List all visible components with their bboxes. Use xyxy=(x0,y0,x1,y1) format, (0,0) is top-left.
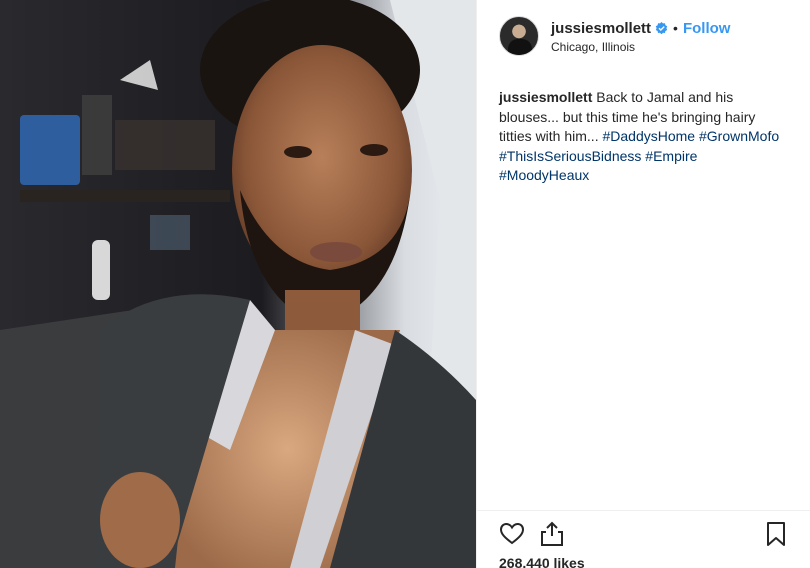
location-link[interactable]: Chicago, Illinois xyxy=(551,40,730,54)
hashtag-link[interactable]: #DaddysHome xyxy=(602,128,695,144)
caption-username[interactable]: jussiesmollett xyxy=(499,89,592,105)
post-photo[interactable] xyxy=(0,0,476,568)
hashtag-link[interactable]: #ThisIsSeriousBidness xyxy=(499,148,641,164)
post-header: jussiesmollett • Follow Chicago, Illinoi… xyxy=(499,16,730,56)
bookmark-icon[interactable] xyxy=(763,521,789,547)
separator-dot: • xyxy=(673,20,678,36)
post-actions: 268,440 likes xyxy=(477,510,810,568)
hashtag-link[interactable]: #Empire xyxy=(645,148,697,164)
hashtag-link[interactable]: #MoodyHeaux xyxy=(499,167,589,183)
heart-icon[interactable] xyxy=(499,521,525,547)
avatar[interactable] xyxy=(499,16,539,56)
hashtag-link[interactable]: #GrownMofo xyxy=(699,128,779,144)
follow-button[interactable]: Follow xyxy=(683,20,731,37)
likes-count[interactable]: 268,440 likes xyxy=(499,555,585,568)
username-link[interactable]: jussiesmollett xyxy=(551,20,651,37)
header-row: jussiesmollett • Follow xyxy=(551,18,730,38)
header-text: jussiesmollett • Follow Chicago, Illinoi… xyxy=(551,18,730,55)
post-side-panel: jussiesmollett • Follow Chicago, Illinoi… xyxy=(476,0,810,568)
instagram-post: jussiesmollett • Follow Chicago, Illinoi… xyxy=(0,0,810,568)
selfie-photo-illustration xyxy=(0,0,476,568)
share-icon[interactable] xyxy=(539,521,565,547)
action-icons xyxy=(477,511,810,555)
post-caption: jussiesmollett Back to Jamal and his blo… xyxy=(499,88,789,186)
verified-badge-icon xyxy=(655,21,668,35)
